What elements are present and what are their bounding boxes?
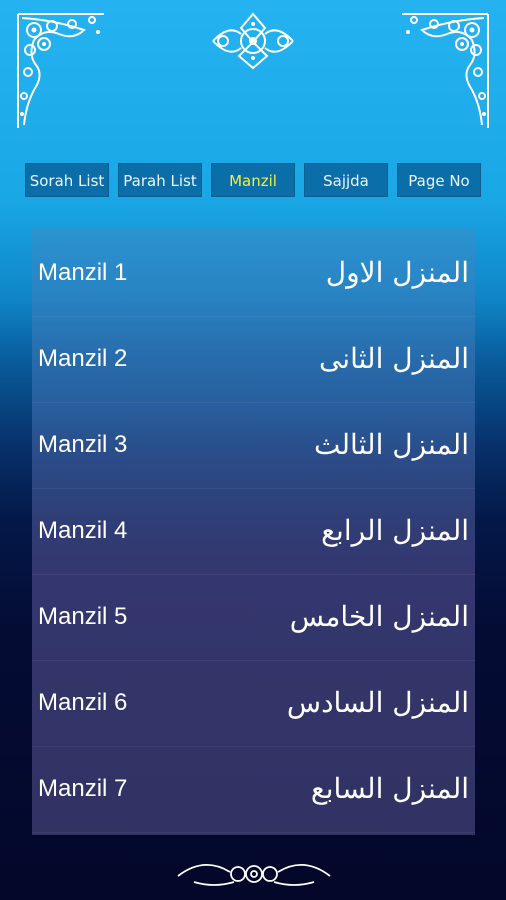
tab-page-no[interactable]: Page No (397, 163, 481, 197)
manzil-list: Manzil 1 المنزل الاول Manzil 2 المنزل ال… (32, 228, 475, 835)
manzil-arabic-label: المنزل الرابع (321, 514, 469, 547)
manzil-row[interactable]: Manzil 7 المنزل السابع (32, 746, 475, 833)
bottom-ornament (177, 864, 331, 886)
manzil-english-label: Manzil 2 (38, 345, 128, 372)
manzil-english-label: Manzil 7 (38, 775, 128, 802)
corner-ornament-right (402, 13, 489, 128)
manzil-row[interactable]: Manzil 2 المنزل الثانی (32, 316, 475, 403)
manzil-english-label: Manzil 1 (38, 259, 128, 286)
manzil-english-label: Manzil 6 (38, 689, 128, 716)
manzil-arabic-label: المنزل الثالث (314, 428, 469, 461)
tab-manzil[interactable]: Manzil (211, 163, 295, 197)
manzil-arabic-label: المنزل الاول (325, 256, 469, 289)
center-ornament (212, 12, 294, 70)
manzil-english-label: Manzil 3 (38, 431, 128, 458)
corner-ornament-left (17, 13, 104, 128)
manzil-arabic-label: المنزل السابع (310, 772, 469, 805)
manzil-english-label: Manzil 4 (38, 517, 128, 544)
manzil-row[interactable]: Manzil 5 المنزل الخامس (32, 574, 475, 661)
manzil-row[interactable]: Manzil 3 المنزل الثالث (32, 402, 475, 489)
manzil-arabic-label: المنزل السادس (286, 686, 469, 719)
tab-bar: Sorah List Parah List Manzil Sajjda Page… (0, 163, 506, 199)
manzil-row[interactable]: Manzil 4 المنزل الرابع (32, 488, 475, 575)
manzil-arabic-label: المنزل الخامس (289, 600, 469, 633)
manzil-arabic-label: المنزل الثانی (318, 342, 469, 375)
tab-sorah-list[interactable]: Sorah List (25, 163, 109, 197)
tab-parah-list[interactable]: Parah List (118, 163, 202, 197)
manzil-row[interactable]: Manzil 1 المنزل الاول (32, 230, 475, 317)
manzil-row[interactable]: Manzil 6 المنزل السادس (32, 660, 475, 747)
tab-sajjda[interactable]: Sajjda (304, 163, 388, 197)
manzil-english-label: Manzil 5 (38, 603, 128, 630)
